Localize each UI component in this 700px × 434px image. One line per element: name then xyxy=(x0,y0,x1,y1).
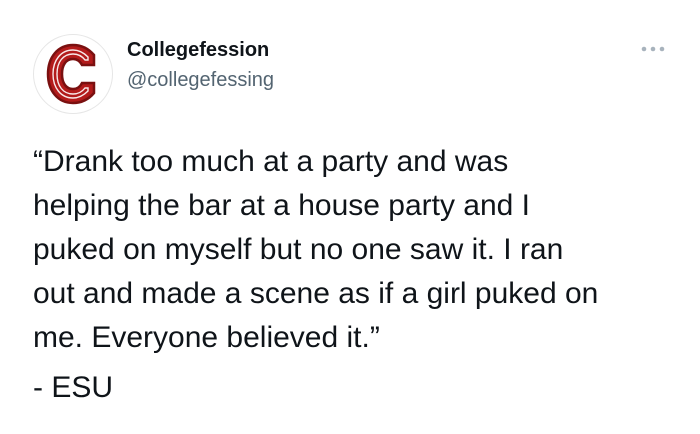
college-c-logo-icon xyxy=(46,43,96,105)
more-horizontal-icon[interactable] xyxy=(640,41,666,57)
user-handle[interactable]: @collegefessing xyxy=(127,69,274,92)
tweet-text: “Drank too much at a party and was helpi… xyxy=(33,145,599,354)
display-name[interactable]: Collegefession xyxy=(127,39,269,62)
avatar[interactable] xyxy=(33,34,113,114)
tweet-signature: - ESU xyxy=(33,371,114,404)
tweet-card: Collegefession @collegefessing “Drank to… xyxy=(0,0,700,434)
